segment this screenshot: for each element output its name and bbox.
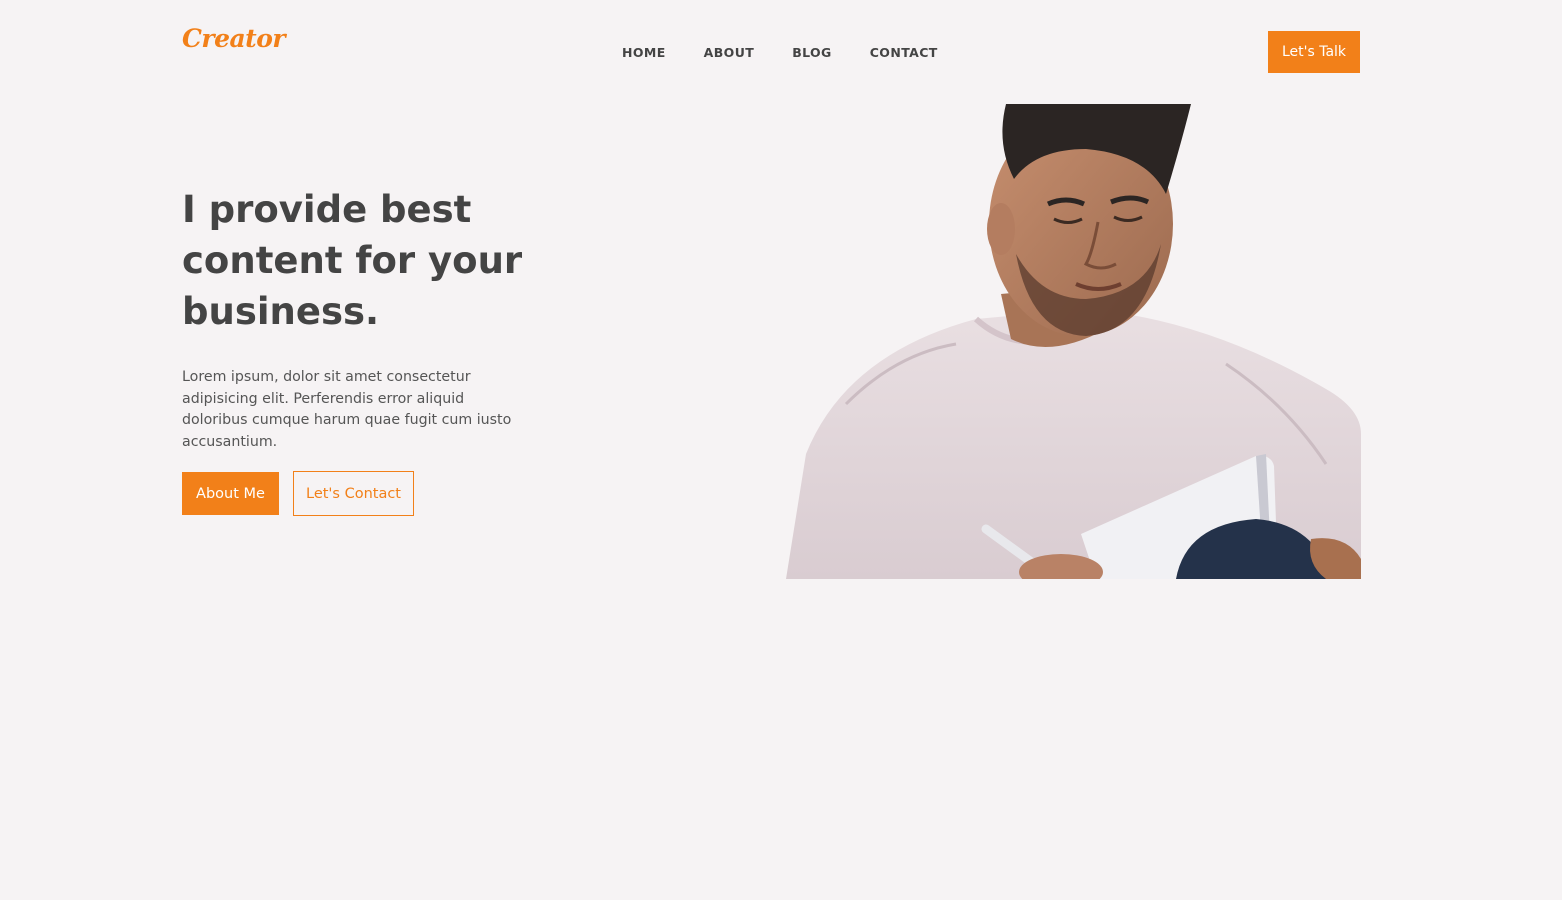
hero-description: Lorem ipsum, dolor sit amet consectetur … <box>182 369 512 450</box>
landing-page: Creator HOME ABOUT BLOG CONTACT Let's Ta… <box>0 0 1562 900</box>
nav-item-about[interactable]: ABOUT <box>704 45 755 60</box>
nav-item-blog[interactable]: BLOG <box>792 45 832 60</box>
hero-photo-illustration <box>786 104 1361 579</box>
main-nav: HOME ABOUT BLOG CONTACT <box>622 45 938 60</box>
hero-headline: I provide best content for your business… <box>182 188 523 333</box>
lets-contact-button[interactable]: Let's Contact <box>293 471 414 516</box>
about-me-button[interactable]: About Me <box>182 472 279 515</box>
nav-item-home[interactable]: HOME <box>622 45 666 60</box>
nav-item-contact[interactable]: CONTACT <box>870 45 938 60</box>
hero-photo <box>786 104 1361 579</box>
lets-talk-button[interactable]: Let's Talk <box>1268 31 1360 73</box>
site-logo[interactable]: Creator <box>182 24 286 53</box>
